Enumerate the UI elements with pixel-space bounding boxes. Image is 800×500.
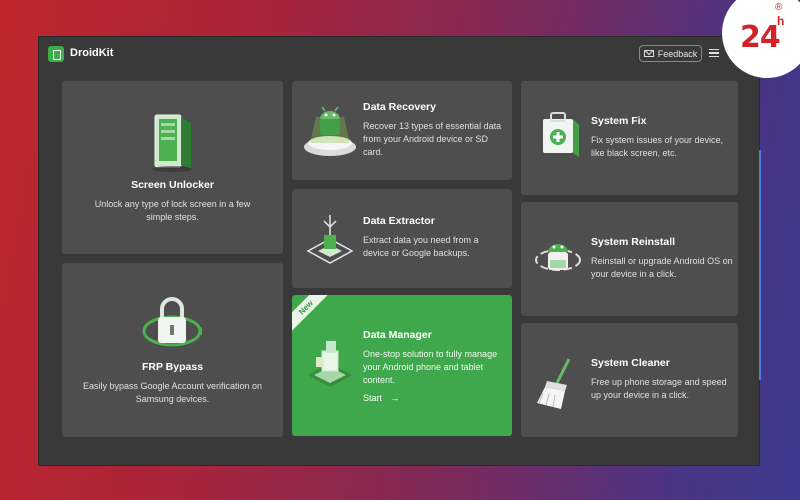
- card-title: Data Extractor: [363, 215, 435, 227]
- card-title: Data Recovery: [363, 101, 436, 113]
- card-desc: One-stop solution to fully manage your A…: [363, 349, 498, 385]
- feedback-button[interactable]: Feedback: [639, 45, 702, 62]
- card-desc: Free up phone storage and speed up your …: [591, 377, 727, 400]
- card-system-fix[interactable]: System Fix Fix system issues of your dev…: [521, 81, 738, 195]
- data-manager-icon: [308, 341, 352, 387]
- app-window: DroidKit Feedback Screen Unlocker Unlock…: [38, 36, 760, 466]
- card-data-extractor[interactable]: Data Extractor Extract data you need fro…: [292, 189, 512, 288]
- title-bar: DroidKit Feedback: [39, 37, 759, 71]
- scrollbar[interactable]: [759, 150, 761, 380]
- card-desc: Unlock any type of lock screen in a few …: [94, 199, 251, 222]
- watermark-text: 24: [740, 20, 781, 55]
- card-screen-unlocker[interactable]: Screen Unlocker Unlock any type of lock …: [62, 81, 283, 254]
- card-data-recovery[interactable]: Data Recovery Recover 13 types of essent…: [292, 81, 512, 180]
- android-recovery-icon: [304, 106, 356, 156]
- android-reinstall-icon: [535, 244, 581, 271]
- card-system-reinstall[interactable]: System Reinstall Reinstall or upgrade An…: [521, 202, 738, 316]
- watermark-sup: h: [777, 14, 785, 28]
- padlock-icon: [142, 297, 202, 347]
- card-title: System Cleaner: [591, 357, 670, 369]
- card-desc: Easily bypass Google Account verificatio…: [82, 381, 263, 404]
- card-frp-bypass[interactable]: FRP Bypass Easily bypass Google Account …: [62, 263, 283, 437]
- card-data-manager[interactable]: New Data Manager One-stop solution to fu…: [292, 295, 512, 436]
- card-system-cleaner[interactable]: System Cleaner Free up phone storage and…: [521, 323, 738, 437]
- arrow-right-icon: →: [390, 393, 400, 403]
- card-desc: Recover 13 types of essential data from …: [363, 121, 502, 157]
- watermark-reg: ®: [775, 2, 783, 13]
- start-link[interactable]: Start →: [363, 393, 400, 403]
- new-badge: New: [292, 295, 331, 332]
- menu-icon[interactable]: [709, 49, 719, 57]
- card-desc: Extract data you need from a device or G…: [363, 235, 479, 258]
- mail-icon: [643, 50, 654, 57]
- first-aid-kit-icon: [543, 112, 579, 157]
- feedback-label: Feedback: [657, 48, 698, 59]
- card-title: FRP Bypass: [141, 361, 204, 373]
- card-title: System Reinstall: [591, 236, 676, 248]
- droidkit-logo-icon: [48, 46, 64, 62]
- app-name: DroidKit: [70, 47, 114, 59]
- card-title: Data Manager: [363, 329, 432, 341]
- phone-unlock-icon: [152, 114, 192, 172]
- card-desc: Reinstall or upgrade Android OS on your …: [591, 256, 733, 279]
- card-title: Screen Unlocker: [131, 179, 214, 191]
- card-desc: Fix system issues of your device, like b…: [591, 135, 724, 158]
- start-label: Start: [363, 393, 383, 403]
- data-extractor-icon: [306, 215, 354, 264]
- card-title: System Fix: [591, 115, 647, 127]
- broom-icon: [537, 358, 571, 409]
